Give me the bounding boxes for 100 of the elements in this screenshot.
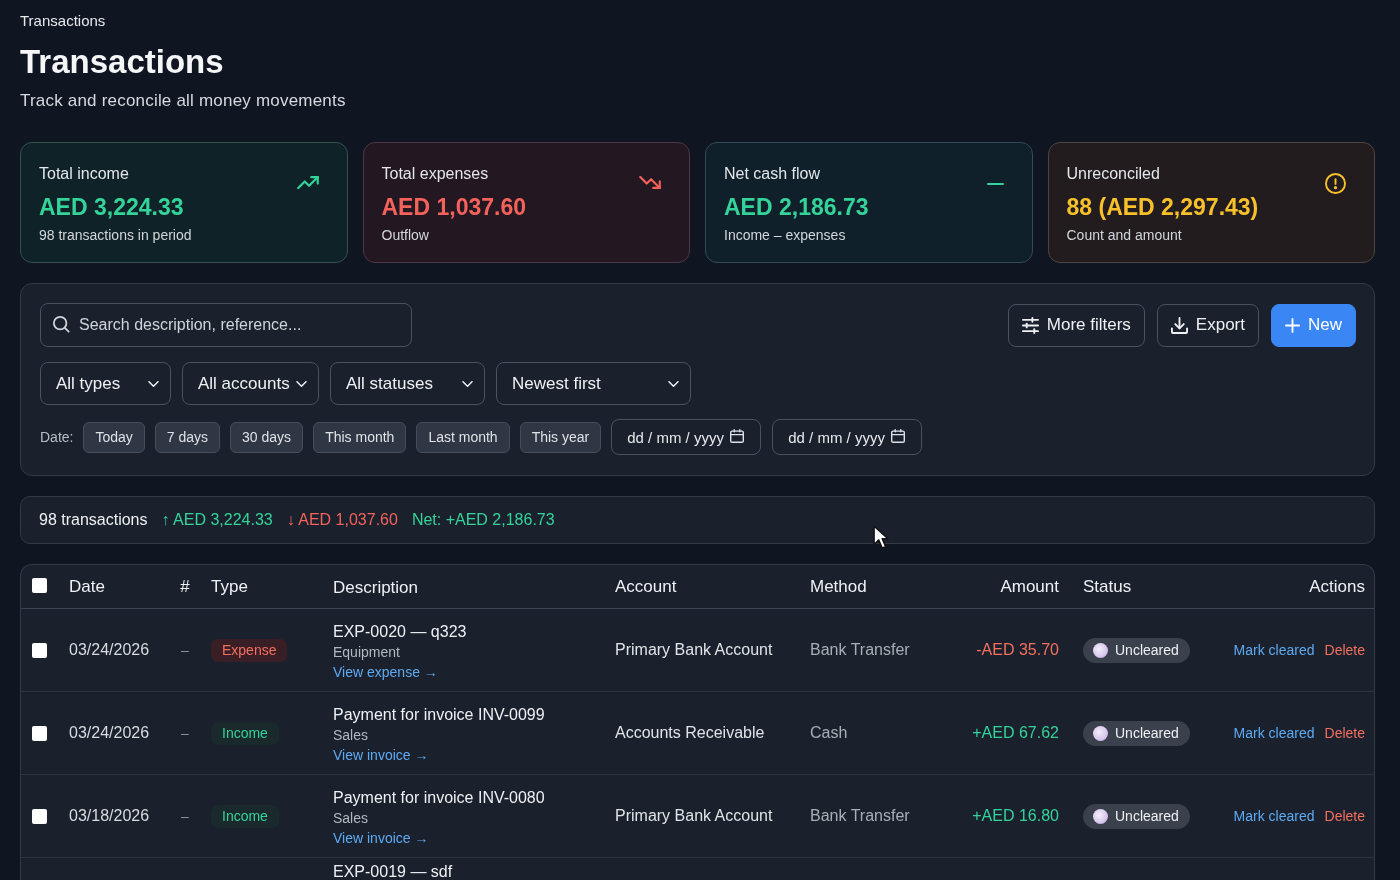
column-header: Type [211,576,248,596]
filter-select[interactable]: All statuses [330,362,485,405]
status-pill: Uncleared [1083,720,1190,746]
stat-label: Net cash flow [724,164,822,184]
mark-cleared-link[interactable]: Mark cleared [1233,642,1315,658]
breadcrumb: Transactions [20,12,107,30]
filter-select[interactable]: Newest first [496,362,691,405]
description-title: EXP-0019 — sdf [333,862,454,880]
calendar-icon [891,429,906,443]
reference-cell: – [181,642,189,658]
stat-label: Total expenses [381,164,490,184]
amount-cell: +AED 16.80 [972,807,1059,824]
amount-cell: +AED 67.62 [972,724,1059,741]
status-pill: Uncleared [1083,803,1190,829]
minus-icon [986,183,1004,185]
row-checkbox[interactable] [32,808,47,824]
type-badge: Income [211,804,279,828]
plus-icon [1285,317,1300,333]
delete-link[interactable]: Delete [1324,642,1365,658]
view-link[interactable]: View invoice → [333,828,429,848]
date-preset-button[interactable]: 7 days [154,421,221,453]
stat-note: Count and amount [1066,226,1183,244]
stat-note: Income – expenses [724,226,847,244]
amount-cell: -AED 35.70 [976,641,1059,658]
date-preset-button[interactable]: This year [519,421,602,453]
mark-cleared-link[interactable]: Mark cleared [1233,808,1315,824]
method-cell: Cash [810,724,848,741]
method-cell: Bank Transfer [810,641,910,658]
description-title: Payment for invoice INV-0099 [333,705,546,725]
inflow-total: ↑ AED 3,224.33 [161,511,273,529]
stat-value: AED 2,186.73 [724,193,869,221]
account-cell: Primary Bank Account [615,641,773,658]
date-preset-button[interactable]: Today [83,421,145,453]
reference-cell: – [181,725,189,741]
row-checkbox[interactable] [32,642,47,658]
status-dot-icon [1093,808,1108,824]
cursor-icon [873,525,889,549]
trend-up-icon [296,176,319,189]
chevron-down-icon [462,380,473,387]
delete-link[interactable]: Delete [1324,725,1365,741]
net-total: Net: +AED 2,186.73 [411,511,555,529]
row-checkbox[interactable] [32,725,47,741]
stat-value: AED 1,037.60 [381,193,526,221]
stat-note: 98 transactions in period [39,226,192,244]
description-category: Sales [333,809,370,828]
date-cell: 03/24/2026 [69,724,150,741]
reference-cell: – [181,808,189,824]
column-header: Status [1083,576,1132,596]
chevron-down-icon [148,380,159,387]
date-preset-button[interactable]: This month [313,421,407,453]
more-filters-button[interactable]: More filters [1007,303,1145,347]
date-label: Date: [40,429,74,445]
column-header: Account [615,576,677,596]
page-title: Transactions [20,42,225,82]
description-title: EXP-0020 — q323 [333,622,468,642]
sliders-icon [1021,316,1039,334]
alert-icon [1325,173,1346,194]
description-title: Payment for invoice INV-0080 [333,788,546,808]
type-badge: Income [211,721,279,745]
select-all-checkbox[interactable] [32,578,47,593]
date-field[interactable]: dd / mm / yyyy [772,419,923,455]
status-dot-icon [1093,642,1108,658]
filter-select[interactable]: All accounts [182,362,319,405]
search-field[interactable]: Search description, reference... [40,303,412,347]
status-pill: Uncleared [1083,637,1190,663]
method-cell: Bank Transfer [810,807,910,824]
stat-value: 88 (AED 2,297.43) [1066,193,1259,221]
delete-link[interactable]: Delete [1324,808,1365,824]
date-preset-button[interactable]: 30 days [230,421,304,453]
account-cell: Primary Bank Account [615,807,773,824]
outflow-total: ↓ AED 1,037.60 [286,511,398,529]
column-header: Actions [1309,576,1365,597]
download-icon [1170,316,1188,334]
date-cell: 03/18/2026 [69,807,150,824]
transaction-count: 98 transactions [39,511,148,529]
column-header: Description [333,578,419,597]
page-subtitle: Track and reconcile all money movements [20,90,347,112]
date-preset-button[interactable]: Last month [416,421,510,453]
description-category: Equipment [333,643,401,662]
stat-value: AED 3,224.33 [39,193,185,221]
column-header: Method [810,576,867,596]
mark-cleared-link[interactable]: Mark cleared [1233,725,1315,741]
stat-label: Unreconciled [1066,164,1161,184]
filter-select[interactable]: All types [40,362,171,405]
account-cell: Accounts Receivable [615,724,765,741]
trend-down-icon [639,176,661,189]
stat-note: Outflow [381,226,430,244]
stat-label: Total income [39,164,130,184]
view-link[interactable]: View invoice → [333,745,429,765]
new-button[interactable]: New [1271,303,1356,347]
view-link[interactable]: View expense → [333,662,438,682]
export-button[interactable]: Export [1156,303,1259,347]
description-category: Sales [333,726,370,745]
column-header: Date [69,576,105,596]
column-header: Amount [1000,576,1059,596]
status-dot-icon [1093,725,1108,741]
calendar-icon [730,429,745,443]
chevron-down-icon [296,380,307,387]
date-field[interactable]: dd / mm / yyyy [611,419,762,455]
search-icon [53,316,70,333]
